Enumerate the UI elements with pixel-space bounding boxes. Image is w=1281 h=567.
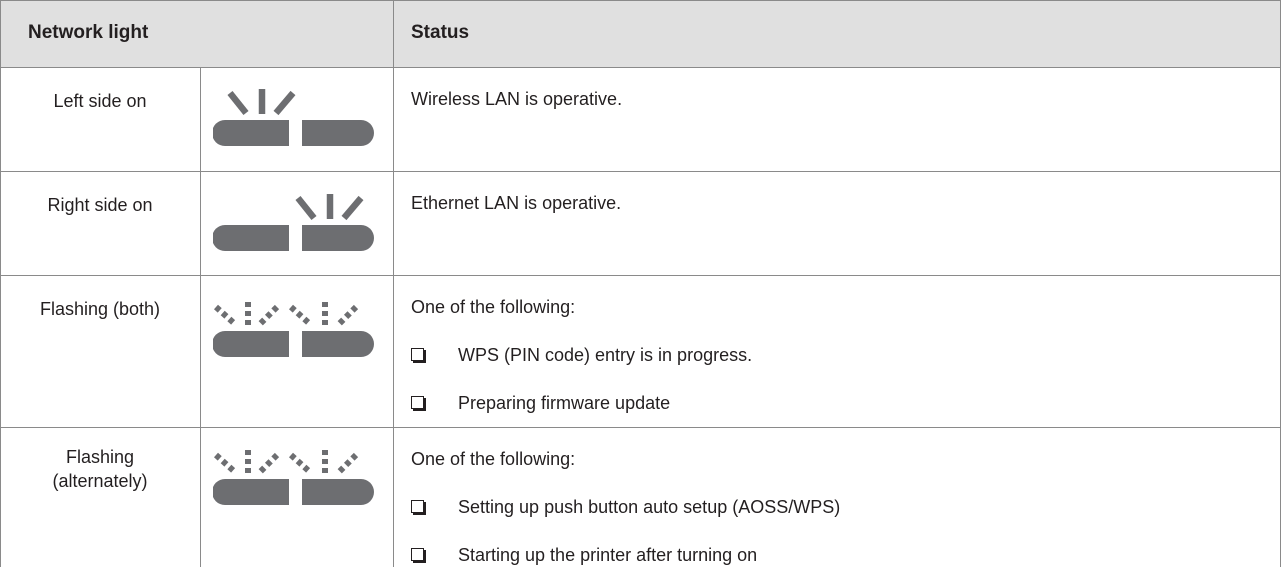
light-label-flashing-both: Flashing (both) — [39, 299, 161, 319]
header-network-light: Network light — [28, 22, 149, 43]
status-row-3: One of the following: — [411, 297, 576, 317]
row-divider — [0, 67, 1281, 68]
status-row-4: One of the following: — [411, 449, 576, 469]
row-divider — [0, 427, 1281, 428]
network-light-both-flashing-icon — [213, 302, 374, 357]
light-label-line-1: Flashing — [65, 447, 135, 467]
network-light-table: Network light Status Left side on Wirele… — [0, 0, 1281, 567]
light-label-right-on: Right side on — [47, 195, 153, 215]
bullet-text: Setting up push button auto setup (AOSS/… — [458, 497, 841, 517]
bullet-text: Preparing firmware update — [458, 393, 671, 413]
light-label-line-2: (alternately) — [52, 471, 148, 491]
status-row-2: Ethernet LAN is operative. — [411, 193, 622, 213]
light-label-flashing-alternately: Flashing (alternately) — [0, 445, 200, 493]
checkbox-bullet-icon — [411, 548, 424, 561]
column-divider — [200, 67, 201, 567]
checkbox-bullet-icon — [411, 396, 424, 409]
light-label-left-on: Left side on — [53, 91, 147, 111]
bullet-text: WPS (PIN code) entry is in progress. — [458, 345, 753, 365]
network-light-alternate-flashing-icon — [213, 450, 374, 505]
network-light-right-on-icon — [213, 194, 374, 251]
column-divider — [393, 0, 394, 567]
checkbox-bullet-icon — [411, 348, 424, 361]
table-header — [0, 0, 1281, 67]
row-divider — [0, 0, 1281, 1]
bullet-text: Starting up the printer after turning on — [458, 545, 758, 565]
header-status: Status — [411, 22, 470, 43]
network-light-left-on-icon — [213, 89, 374, 146]
checkbox-bullet-icon — [411, 500, 424, 513]
row-divider — [0, 171, 1281, 172]
status-row-1: Wireless LAN is operative. — [411, 89, 623, 109]
row-divider — [0, 275, 1281, 276]
